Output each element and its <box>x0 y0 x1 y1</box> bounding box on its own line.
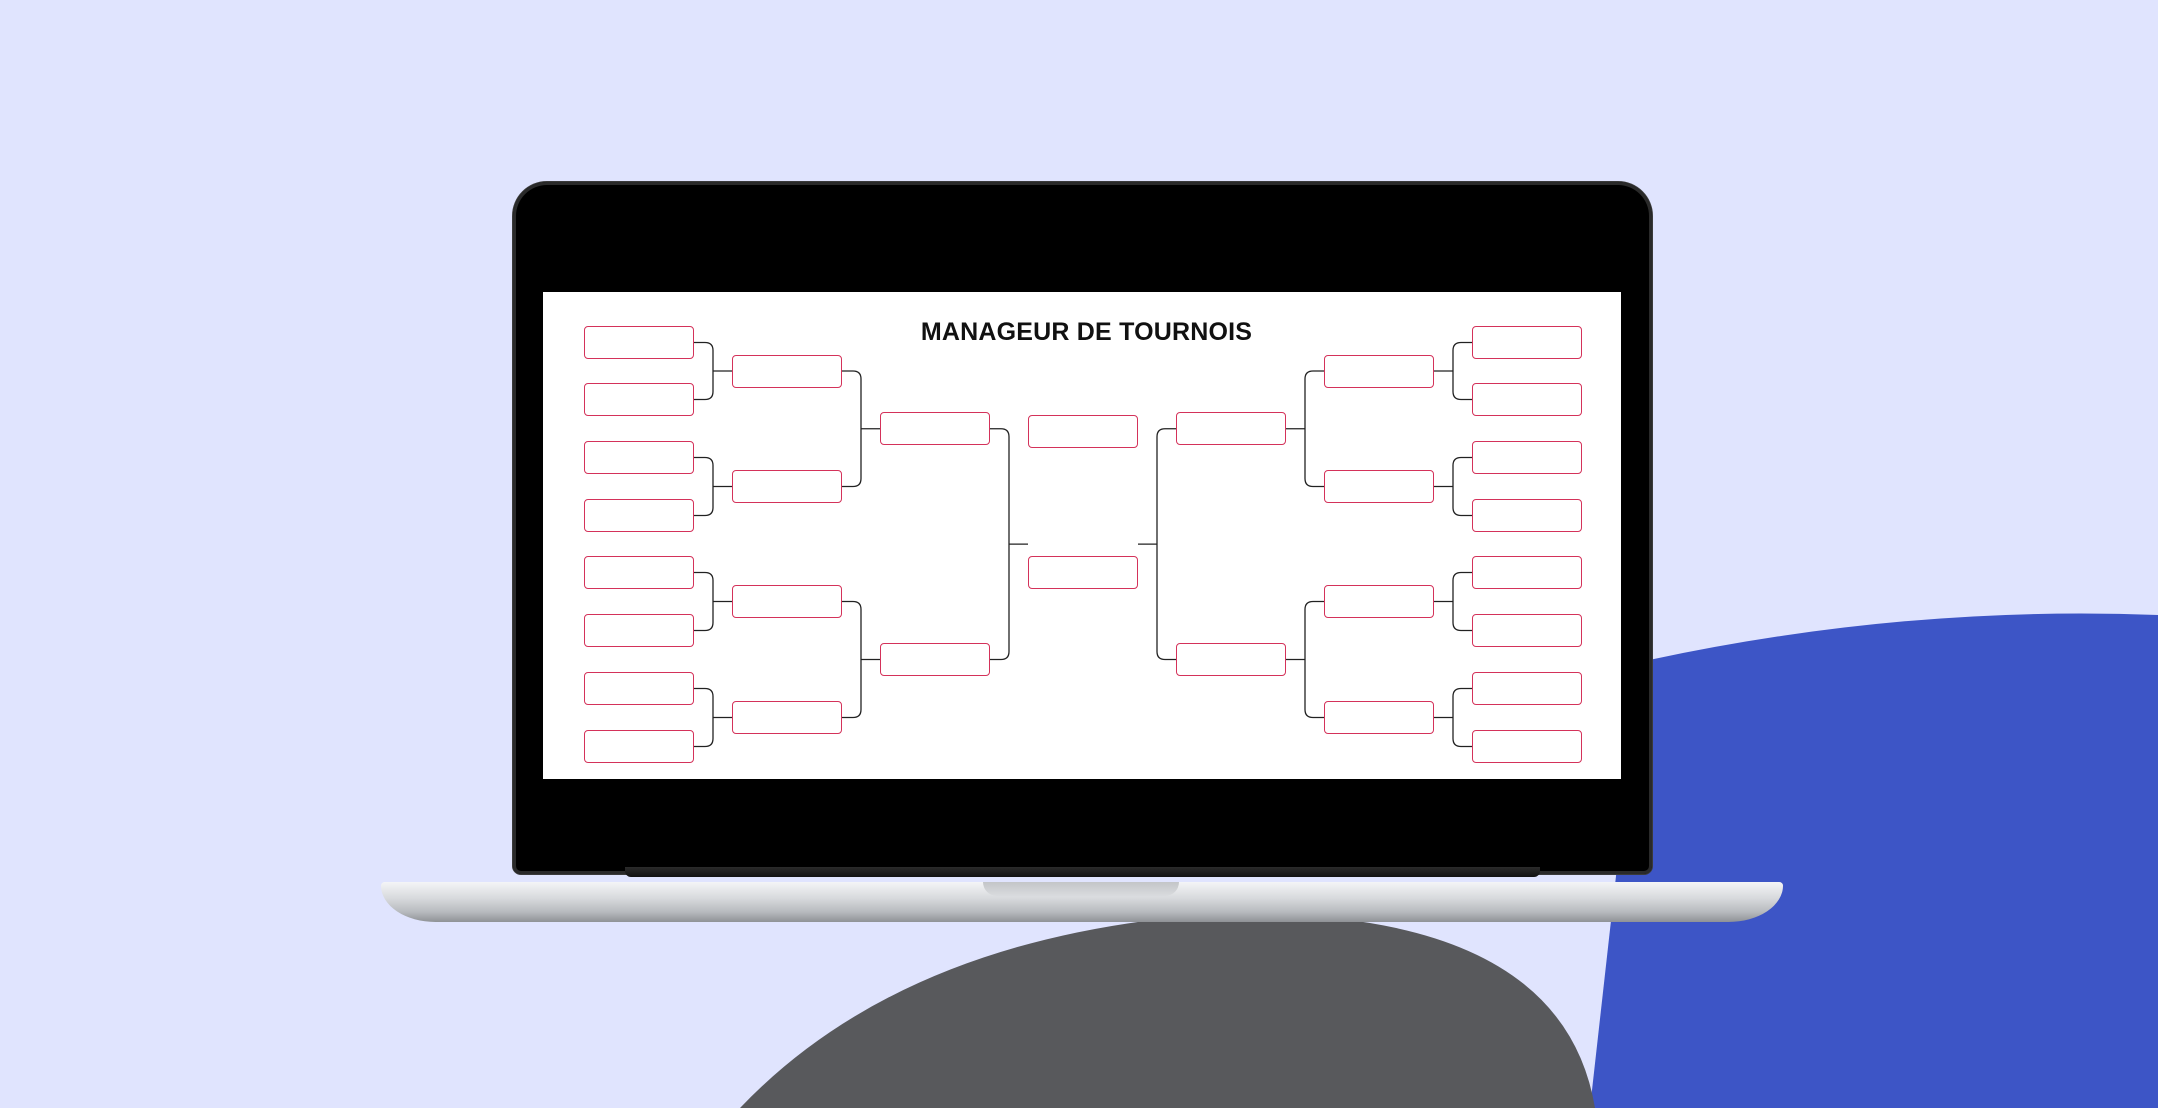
left-semifinal-slot-2[interactable] <box>880 643 990 676</box>
laptop-notch <box>983 882 1179 896</box>
bracket-connector-3 <box>694 456 714 517</box>
bracket-connector-21 <box>1452 687 1472 748</box>
gray-blob <box>740 913 1595 1108</box>
bracket-connector-13 <box>990 428 1010 661</box>
bracket-connector-15 <box>1452 341 1472 401</box>
right-round-2-slot-3[interactable] <box>1324 585 1434 618</box>
bracket-connector-11 <box>842 600 862 719</box>
bracket-connector-7 <box>694 687 714 748</box>
right-round-1-slot-1[interactable] <box>1472 326 1582 359</box>
right-semifinal-slot-1[interactable] <box>1176 412 1286 446</box>
left-round-1-slot-4[interactable] <box>584 499 694 532</box>
left-semifinal-slot-1[interactable] <box>880 412 990 446</box>
left-round-1-slot-2[interactable] <box>584 383 694 416</box>
right-round-1-slot-4[interactable] <box>1472 499 1582 532</box>
final-slot-2[interactable] <box>1028 556 1138 589</box>
app-screen: MANAGEUR DE TOURNOIS <box>543 292 1621 779</box>
bracket-connector-23 <box>1304 370 1324 488</box>
bracket-connector-17 <box>1452 456 1472 517</box>
blue-blob <box>1590 613 2158 1108</box>
left-round-1-slot-1[interactable] <box>584 326 694 359</box>
bracket-connector-25 <box>1304 600 1324 719</box>
bracket-connector-5 <box>694 571 714 632</box>
bracket-connector-9 <box>842 370 862 488</box>
laptop-hinge <box>625 867 1540 877</box>
right-round-1-slot-7[interactable] <box>1472 672 1582 705</box>
right-round-2-slot-4[interactable] <box>1324 701 1434 734</box>
bracket-connector-19 <box>1452 571 1472 632</box>
left-round-2-slot-3[interactable] <box>732 585 842 618</box>
left-round-1-slot-3[interactable] <box>584 441 694 474</box>
right-round-1-slot-2[interactable] <box>1472 383 1582 416</box>
left-round-1-slot-7[interactable] <box>584 672 694 705</box>
left-round-1-slot-8[interactable] <box>584 730 694 763</box>
right-round-2-slot-2[interactable] <box>1324 470 1434 503</box>
right-round-1-slot-5[interactable] <box>1472 556 1582 589</box>
right-semifinal-slot-2[interactable] <box>1176 643 1286 676</box>
bracket-connectors <box>694 341 1472 748</box>
right-round-1-slot-6[interactable] <box>1472 614 1582 647</box>
bracket-connector-1 <box>694 341 714 401</box>
left-round-2-slot-2[interactable] <box>732 470 842 503</box>
right-round-1-slot-8[interactable] <box>1472 730 1582 763</box>
left-round-1-slot-5[interactable] <box>584 556 694 589</box>
left-round-2-slot-1[interactable] <box>732 354 842 388</box>
right-round-2-slot-1[interactable] <box>1324 354 1434 388</box>
left-round-1-slot-6[interactable] <box>584 614 694 647</box>
final-slot-1[interactable] <box>1028 415 1138 448</box>
left-round-2-slot-4[interactable] <box>732 701 842 734</box>
bracket-connector-27 <box>1156 428 1176 661</box>
right-round-1-slot-3[interactable] <box>1472 441 1582 474</box>
